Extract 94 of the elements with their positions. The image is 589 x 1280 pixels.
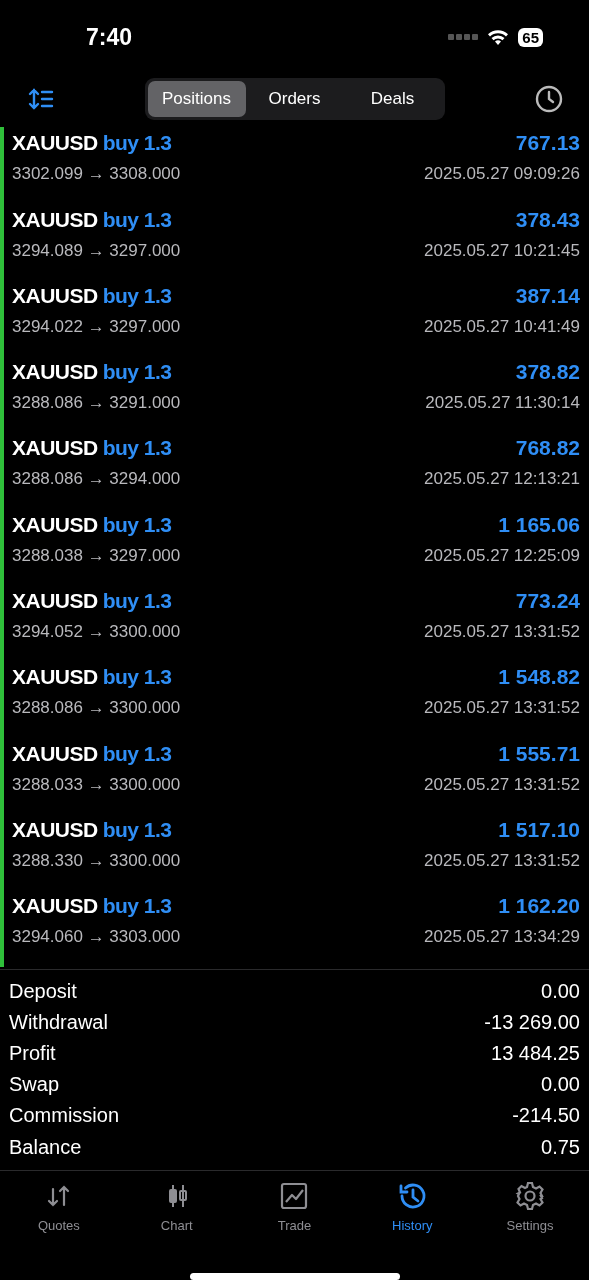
- summary-value: -214.50: [512, 1104, 580, 1128]
- deal-time: 2025.05.27 13:34:29: [424, 927, 580, 948]
- direction-text: buy 1.3: [102, 741, 172, 765]
- status-time: 7:40: [86, 23, 133, 51]
- profit-value: 378.82: [515, 360, 580, 385]
- summary-value: -13 269.00: [484, 1010, 580, 1034]
- deal-row[interactable]: XAUUSD buy 1.3 378.43 3294.089 → 3297.000 2025.05.27 10:21:45: [0, 203, 589, 280]
- summary-label: Balance: [9, 1135, 82, 1159]
- price-range: 3288.330 → 3300.000: [12, 850, 181, 871]
- direction-text: buy 1.3: [102, 817, 172, 841]
- trade-icon: [279, 1180, 310, 1211]
- summary-label: Commission: [9, 1104, 120, 1128]
- symbol-text: XAUUSD: [12, 512, 98, 536]
- profit-value: 1 555.71: [498, 741, 580, 766]
- tab-bar-item[interactable]: Settings: [471, 1180, 589, 1246]
- settings-icon: [515, 1180, 546, 1211]
- deal-time: 2025.05.27 12:25:09: [424, 545, 580, 566]
- symbol-text: XAUUSD: [12, 894, 98, 918]
- deal-time: 2025.05.27 10:21:45: [424, 240, 580, 261]
- deal-row[interactable]: XAUUSD buy 1.3 1 517.10 3288.330 → 3300.000 2025.05.27 13:31:52: [0, 813, 589, 891]
- deal-time: 2025.05.27 11:30:14: [425, 393, 580, 414]
- tab-bar-item[interactable]: Trade: [235, 1180, 354, 1246]
- summary-label: Swap: [9, 1073, 60, 1097]
- deal-row[interactable]: XAUUSD buy 1.3 378.82 3288.086 → 3291.000 2025.05.27 11:30:14: [0, 356, 589, 433]
- direction-text: buy 1.3: [102, 131, 172, 155]
- deal-time: 2025.05.27 12:13:21: [424, 469, 580, 490]
- price-range: 3294.052 → 3300.000: [12, 622, 181, 643]
- price-range: 3288.086 → 3294.000: [12, 469, 181, 490]
- tab-bar-item[interactable]: History: [353, 1180, 472, 1246]
- symbol-text: XAUUSD: [12, 741, 98, 765]
- summary-value: 0.75: [541, 1135, 580, 1159]
- deal-time: 2025.05.27 13:31:52: [424, 698, 580, 719]
- wifi-icon: [486, 28, 511, 47]
- summary-label: Profit: [9, 1042, 56, 1065]
- price-range: 3288.086 → 3291.000: [12, 393, 181, 414]
- segment-tab[interactable]: Deals: [343, 81, 442, 118]
- symbol-text: XAUUSD: [12, 436, 98, 460]
- profit-value: 1 548.82: [498, 665, 580, 690]
- deal-row[interactable]: XAUUSD buy 1.3 773.24 3294.052 → 3300.000 2025.05.27 13:31:52: [0, 585, 589, 662]
- deal-time: 2025.05.27 09:09:26: [424, 164, 580, 185]
- tab-bar-item[interactable]: Quotes: [0, 1180, 118, 1246]
- profit-value: 378.43: [515, 207, 580, 232]
- deal-row[interactable]: XAUUSD buy 1.3 387.14 3294.022 → 3297.000 2025.05.27 10:41:49: [0, 279, 589, 357]
- profit-value: 773.24: [515, 589, 580, 614]
- profit-value: 1 165.06: [498, 512, 580, 537]
- deal-row[interactable]: XAUUSD buy 1.3 1 162.20 3294.060 → 3303.000 2025.05.27 13:34:29: [0, 890, 589, 967]
- profit-value: 1 162.20: [498, 894, 580, 919]
- price-range: 3288.038 → 3297.000: [12, 545, 181, 566]
- battery-level: 65: [518, 27, 543, 47]
- clock-icon[interactable]: [535, 85, 563, 114]
- signal-icon: [448, 34, 479, 41]
- symbol-text: XAUUSD: [12, 589, 98, 613]
- segment-tab[interactable]: Positions: [147, 81, 246, 118]
- profit-value: 1 517.10: [498, 817, 580, 842]
- direction-text: buy 1.3: [102, 436, 172, 460]
- direction-text: buy 1.3: [102, 665, 172, 689]
- price-range: 3294.060 → 3303.000: [12, 927, 181, 948]
- deal-time: 2025.05.27 13:31:52: [424, 622, 580, 643]
- profit-value: 387.14: [515, 283, 580, 308]
- symbol-text: XAUUSD: [12, 817, 98, 841]
- symbol-text: XAUUSD: [12, 360, 98, 384]
- deal-row[interactable]: XAUUSD buy 1.3 1 555.71 3288.033 → 3300.000 2025.05.27 13:31:52: [0, 737, 589, 814]
- price-range: 3288.086 → 3300.000: [12, 698, 181, 719]
- price-range: 3302.099 → 3308.000: [12, 164, 181, 185]
- summary-value: 0.00: [541, 979, 580, 1003]
- deal-row[interactable]: XAUUSD buy 1.3 1 548.82 3288.086 → 3300.000 2025.05.27 13:31:52: [0, 661, 589, 738]
- direction-text: buy 1.3: [102, 207, 172, 231]
- deal-time: 2025.05.27 13:31:52: [424, 850, 580, 871]
- symbol-text: XAUUSD: [12, 283, 98, 307]
- segment-tab[interactable]: Orders: [245, 81, 344, 118]
- price-range: 3294.022 → 3297.000: [12, 316, 181, 337]
- direction-text: buy 1.3: [102, 589, 172, 613]
- symbol-text: XAUUSD: [12, 131, 98, 155]
- direction-text: buy 1.3: [102, 512, 172, 536]
- symbol-text: XAUUSD: [12, 665, 98, 689]
- direction-text: buy 1.3: [102, 283, 172, 307]
- price-range: 3288.033 → 3300.000: [12, 774, 181, 795]
- deal-time: 2025.05.27 13:31:52: [424, 774, 580, 795]
- summary-value: 13 484.25: [491, 1042, 580, 1065]
- summary-label: Withdrawal: [9, 1010, 108, 1034]
- sort-icon[interactable]: [28, 88, 54, 111]
- profit-value: 767.13: [515, 131, 580, 156]
- direction-text: buy 1.3: [102, 894, 172, 918]
- symbol-text: XAUUSD: [12, 207, 98, 231]
- tab-bar-item[interactable]: Chart: [117, 1180, 236, 1246]
- direction-text: buy 1.3: [102, 360, 172, 384]
- price-range: 3294.089 → 3297.000: [12, 240, 181, 261]
- deal-row[interactable]: XAUUSD buy 1.3 767.13 3302.099 → 3308.000 2025.05.27 09:09:26: [0, 127, 589, 204]
- profit-value: 768.82: [515, 436, 580, 461]
- deal-row[interactable]: XAUUSD buy 1.3 768.82 3288.086 → 3294.000 2025.05.27 12:13:21: [0, 432, 589, 509]
- deal-row[interactable]: XAUUSD buy 1.3 1 165.06 3288.038 → 3297.000 2025.05.27 12:25:09: [0, 508, 589, 586]
- deal-time: 2025.05.27 10:41:49: [424, 316, 580, 337]
- summary-value: 0.00: [541, 1073, 580, 1097]
- summary-label: Deposit: [9, 979, 77, 1003]
